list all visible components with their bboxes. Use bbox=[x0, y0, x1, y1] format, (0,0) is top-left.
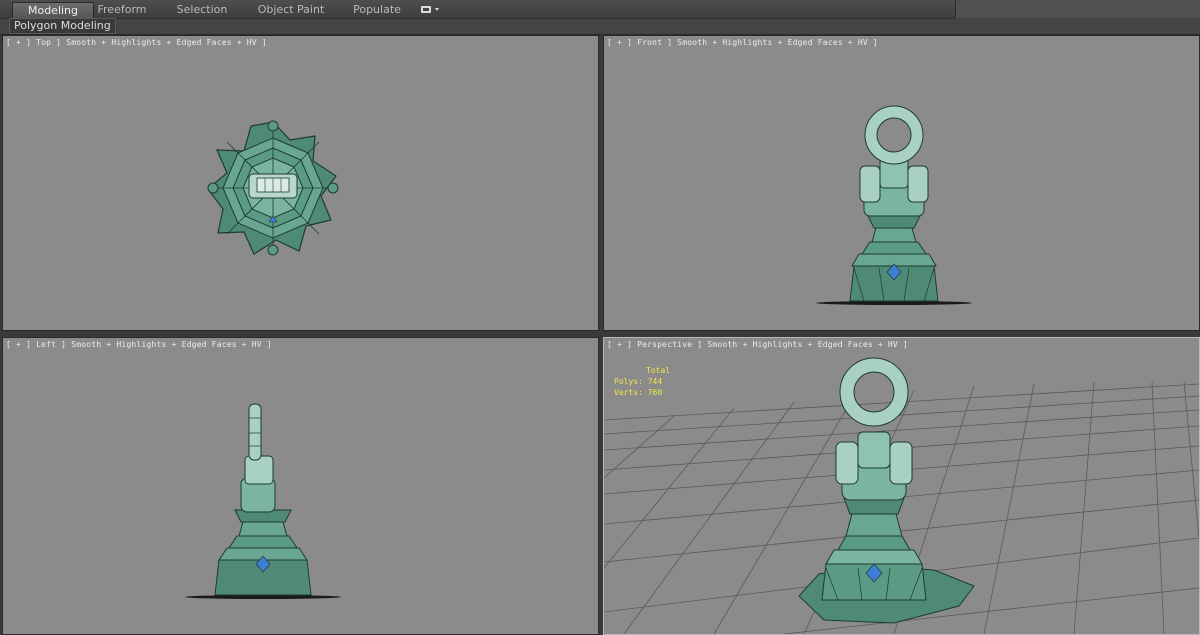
viewport-top[interactable]: [ + ] Top ] Smooth + Highlights + Edged … bbox=[2, 35, 599, 331]
front-view-model bbox=[816, 105, 972, 305]
left-view-model bbox=[185, 403, 341, 599]
perspective-view-scene bbox=[604, 357, 1199, 634]
top-view-model bbox=[207, 120, 339, 256]
tab-modeling[interactable]: Modeling bbox=[12, 2, 94, 18]
tab-populate[interactable]: Populate bbox=[345, 2, 409, 17]
viewport-perspective[interactable]: [ + ] Perspective ] Smooth + Highlights … bbox=[603, 337, 1200, 635]
viewport-left[interactable]: [ + ] Left ] Smooth + Highlights + Edged… bbox=[2, 337, 599, 635]
tab-selection[interactable]: Selection bbox=[170, 2, 234, 17]
tab-object-paint[interactable]: Object Paint bbox=[255, 2, 327, 17]
ribbon-options-icon[interactable] bbox=[420, 3, 442, 16]
ribbon-empty-area bbox=[955, 0, 1200, 18]
ribbon: Modeling Freeform Selection Object Paint… bbox=[0, 0, 1200, 35]
ribbon-tabs: Modeling Freeform Selection Object Paint… bbox=[0, 0, 955, 19]
tab-freeform[interactable]: Freeform bbox=[92, 2, 152, 17]
panel-label-polygon-modeling[interactable]: Polygon Modeling bbox=[9, 18, 116, 34]
viewport-front[interactable]: [ + ] Front ] Smooth + Highlights + Edge… bbox=[603, 35, 1200, 331]
